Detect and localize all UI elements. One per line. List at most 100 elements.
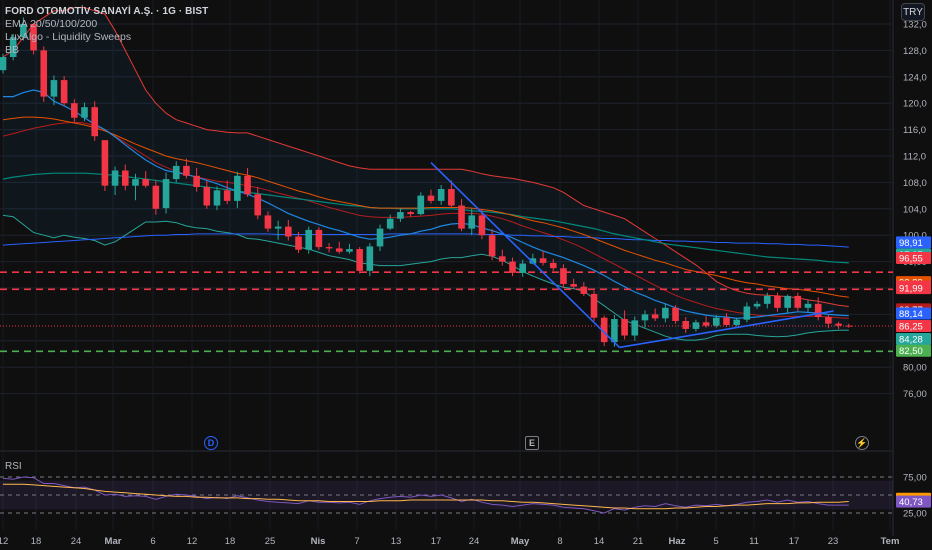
- price-label-text: 88,14: [899, 309, 923, 320]
- candle-body: [172, 165, 180, 180]
- y-tick-label: 80,00: [903, 363, 927, 374]
- x-tick-label: 18: [225, 536, 236, 547]
- candle-body: [121, 170, 129, 186]
- price-label-text: 96,55: [899, 253, 923, 264]
- candle: [101, 140, 109, 191]
- candle: [590, 290, 598, 321]
- candle-body: [366, 246, 374, 271]
- x-tick-label: 8: [557, 536, 562, 547]
- candle-body: [743, 306, 751, 320]
- price-label: 86,25: [896, 319, 931, 332]
- candle-body: [784, 295, 791, 308]
- y-tick-label: 76,00: [903, 389, 927, 400]
- candle-body: [621, 319, 628, 336]
- candle-body: [305, 229, 312, 250]
- candle-body: [274, 226, 282, 229]
- price-label: 82,50: [896, 344, 931, 357]
- candle-body: [651, 314, 659, 319]
- x-tick-label: 12: [0, 536, 8, 547]
- symbol-title[interactable]: FORD OTOMOTİV SANAYİ A.Ş. · 1G · BIST: [5, 5, 208, 18]
- price-label-text: 84,28: [899, 334, 923, 345]
- candle-body: [71, 103, 78, 118]
- candle: [672, 305, 679, 324]
- ema-indicator-label[interactable]: EMA 20/50/100/200: [5, 18, 97, 31]
- liquidity-sweeps-indicator-label[interactable]: LuxAlgo - Liquidity Sweeps: [5, 31, 131, 44]
- candle-body: [713, 317, 720, 326]
- earnings-event-icon[interactable]: E: [525, 436, 539, 450]
- candle-body: [0, 57, 7, 71]
- rsi-tick-label: 75,00: [903, 473, 927, 484]
- candle-body: [244, 175, 251, 195]
- candle: [305, 226, 312, 254]
- candle-body: [254, 194, 262, 216]
- x-tick-label: 24: [469, 536, 480, 547]
- rsi-label-text: 40,73: [899, 497, 923, 508]
- rsi-indicator-label[interactable]: RSI: [5, 460, 22, 473]
- candle-body: [499, 256, 506, 262]
- price-label-text: 98,91: [899, 238, 923, 249]
- candle-body: [631, 320, 639, 336]
- x-tick-label: 11: [749, 536, 759, 547]
- candle-body: [672, 307, 679, 321]
- candle: [60, 76, 68, 106]
- candle-body: [794, 295, 802, 308]
- x-tick-label: May: [511, 536, 530, 547]
- candle-body: [774, 295, 781, 308]
- candle-body: [325, 247, 333, 249]
- x-tick-label: 14: [594, 536, 605, 547]
- candle-body: [611, 319, 618, 343]
- candle-body: [386, 218, 394, 229]
- candle-body: [580, 286, 588, 294]
- candle-body: [682, 321, 690, 329]
- split-event-icon[interactable]: ⚡: [855, 436, 869, 450]
- candle-body: [488, 235, 496, 257]
- candle-body: [458, 205, 465, 229]
- x-tick-label: Mar: [105, 536, 122, 547]
- rsi-tick-label: 25,00: [903, 509, 927, 520]
- candle-body: [560, 268, 567, 285]
- y-tick-label: 112,0: [903, 152, 926, 163]
- candle-body: [723, 317, 730, 325]
- y-tick-label: 108,0: [903, 178, 927, 189]
- candle-body: [845, 325, 853, 327]
- candle-body: [183, 165, 190, 176]
- candle-body: [641, 314, 649, 321]
- candle-body: [335, 248, 343, 252]
- candle-body: [223, 190, 231, 201]
- x-tick-label: Haz: [669, 536, 686, 547]
- candle-body: [193, 175, 200, 188]
- x-tick-label: 21: [633, 536, 644, 547]
- candle: [417, 192, 425, 216]
- candle: [356, 247, 363, 274]
- price-label: 96,55: [896, 251, 931, 264]
- candle-body: [203, 187, 211, 206]
- candle-body: [101, 140, 109, 186]
- y-tick-label: 104,0: [903, 204, 927, 215]
- x-tick-label: 18: [31, 536, 42, 547]
- candle-body: [142, 179, 149, 186]
- candle-body: [427, 195, 435, 201]
- candle: [315, 227, 323, 250]
- candle-body: [437, 189, 445, 201]
- y-tick-label: 128,0: [903, 46, 927, 57]
- x-tick-label: 25: [265, 536, 276, 547]
- price-label: 91,99: [896, 282, 931, 295]
- candle: [91, 101, 99, 141]
- bb-indicator-label[interactable]: BB: [5, 44, 19, 57]
- candle-body: [213, 190, 221, 206]
- dividend-event-icon[interactable]: D: [204, 436, 218, 450]
- candle-body: [40, 50, 48, 97]
- y-tick-label: 116,0: [903, 125, 926, 136]
- candle-body: [376, 228, 384, 247]
- price-label-text: 91,99: [899, 284, 923, 295]
- candle-body: [519, 263, 526, 273]
- y-tick-label: 120,0: [903, 99, 927, 110]
- x-tick-label: 13: [391, 536, 402, 547]
- candle-body: [539, 258, 547, 263]
- candle: [40, 46, 48, 102]
- chart-canvas[interactable]: 132,0128,0124,0120,0116,0112,0108,0104,0…: [0, 0, 932, 550]
- candle-body: [295, 236, 302, 250]
- candle-body: [763, 295, 771, 304]
- currency-button[interactable]: TRY: [901, 3, 925, 21]
- y-tick-label: 124,0: [903, 72, 927, 83]
